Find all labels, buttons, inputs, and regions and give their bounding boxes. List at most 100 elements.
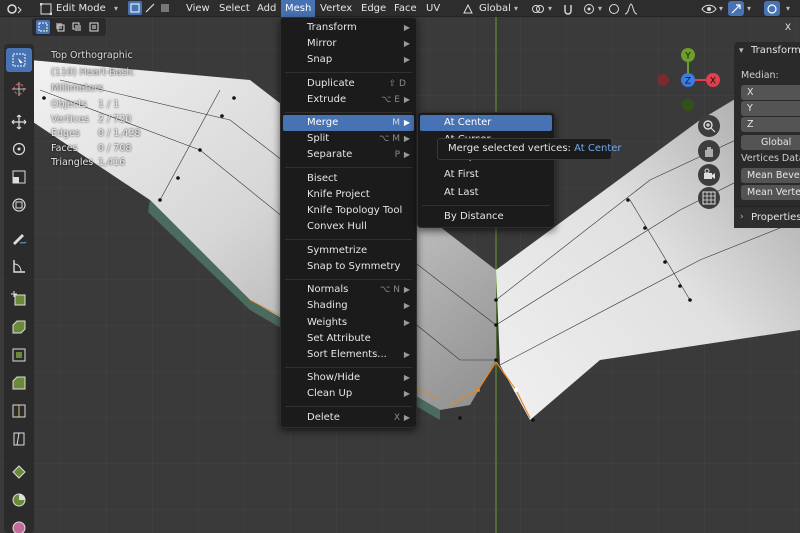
menu-item-set-attribute[interactable]: Set Attribute — [283, 331, 414, 347]
menu-item-weights[interactable]: Weights ▶ — [283, 315, 414, 331]
ortho-grid-icon[interactable] — [698, 187, 720, 209]
menu-item-shading[interactable]: Shading ▶ — [283, 298, 414, 314]
annotate-icon[interactable] — [6, 226, 32, 250]
move-icon[interactable] — [6, 110, 32, 134]
face-select-icon[interactable] — [158, 1, 172, 15]
rotate-icon[interactable] — [6, 137, 32, 161]
menu-item-symmetrize[interactable]: Symmetrize — [283, 243, 414, 259]
proportional-edit-icon[interactable] — [606, 1, 621, 16]
edge-select-icon[interactable] — [143, 1, 157, 15]
median-z-field[interactable]: Z — [741, 117, 800, 132]
vertices-data-label: Vertices Data: — [741, 153, 800, 164]
select-box-icon[interactable] — [6, 48, 32, 72]
properties-panel-title: Properties — [751, 212, 800, 223]
median-y-field[interactable]: Y — [741, 101, 800, 116]
menu-item-merge[interactable]: Merge M ▶ — [283, 115, 414, 131]
menu-item-extrude[interactable]: Extrude ⌥ E ▶ — [283, 92, 414, 108]
chevron-down-icon[interactable]: ▾ — [739, 46, 744, 56]
menu-face[interactable]: Face — [390, 0, 421, 17]
menu-item-normals[interactable]: Normals ⌥ N ▶ — [283, 282, 414, 298]
menu-item-duplicate[interactable]: Duplicate ⇧ D — [283, 76, 414, 92]
inset-faces-icon[interactable] — [6, 343, 32, 367]
select-invert-icon[interactable] — [87, 20, 101, 34]
menu-edge[interactable]: Edge — [357, 0, 390, 17]
close-sidebar-icon[interactable]: X — [781, 21, 795, 35]
menu-item-transform[interactable]: Transform ▶ — [283, 20, 414, 36]
menu-separator — [285, 112, 412, 113]
zoom-icon[interactable] — [698, 115, 720, 137]
menu-item-snap-to-symmetry[interactable]: Snap to Symmetry — [283, 259, 414, 275]
merge-at-first[interactable]: At First — [420, 167, 552, 183]
menu-item-snap[interactable]: Snap ▶ — [283, 52, 414, 68]
menu-mesh[interactable]: Mesh — [281, 0, 316, 17]
editor-type-icon[interactable] — [4, 2, 26, 15]
menu-item-knife-topology[interactable]: Knife Topology Tool — [283, 203, 414, 219]
menu-item-sort-elements[interactable]: Sort Elements... ▶ — [283, 347, 414, 363]
merge-at-last[interactable]: At Last — [420, 185, 552, 201]
visibility-icon[interactable] — [700, 1, 718, 16]
poly-build-icon[interactable] — [6, 460, 32, 484]
menu-item-bisect[interactable]: Bisect — [283, 171, 414, 187]
units-label: Millimeters — [51, 83, 104, 94]
view-name: Top Orthographic — [51, 50, 133, 61]
bevel-icon[interactable] — [6, 371, 32, 395]
menu-separator — [285, 279, 412, 280]
blender-window: Edit Mode ▾ View Select Add Mesh Vertex … — [0, 0, 800, 533]
median-label: Median: — [741, 70, 779, 81]
navigation-gizmo[interactable]: Y X Z — [652, 44, 724, 116]
menu-item-convex-hull[interactable]: Convex Hull — [283, 219, 414, 235]
orientation-dropdown[interactable]: Global — [479, 2, 511, 15]
menu-add[interactable]: Add — [253, 0, 280, 17]
gizmo-toggle-icon[interactable] — [728, 1, 744, 16]
spin-icon[interactable] — [6, 488, 32, 512]
extrude-region-icon[interactable] — [6, 315, 32, 339]
edit-mode-icon — [40, 3, 52, 15]
menu-item-knife-project[interactable]: Knife Project — [283, 187, 414, 203]
mean-crease-field[interactable]: Mean Vertex Crease — [741, 185, 800, 200]
median-x-field[interactable]: X — [741, 85, 800, 100]
select-extend-icon[interactable] — [53, 20, 67, 34]
mode-dropdown[interactable]: Edit Mode — [56, 2, 106, 15]
properties-panel-header[interactable]: › Properties — [734, 206, 800, 228]
menu-view[interactable]: View — [182, 0, 214, 17]
menu-uv[interactable]: UV — [422, 0, 444, 17]
merge-by-distance[interactable]: By Distance — [420, 209, 552, 225]
snap-icon[interactable] — [560, 1, 575, 16]
smooth-icon[interactable] — [6, 516, 32, 533]
loop-cut-icon[interactable] — [6, 399, 32, 423]
transform-icon[interactable] — [6, 193, 32, 217]
menu-item-mirror[interactable]: Mirror ▶ — [283, 36, 414, 52]
transform-panel-title[interactable]: Transform — [751, 45, 800, 56]
snap-target-icon[interactable] — [581, 1, 596, 16]
select-subtract-icon[interactable] — [70, 20, 84, 34]
space-toggle-global[interactable]: Global — [741, 135, 800, 150]
measure-icon[interactable] — [6, 254, 32, 278]
overlays-icon[interactable] — [764, 1, 780, 16]
scale-icon[interactable] — [6, 165, 32, 189]
menu-separator — [285, 239, 412, 240]
menu-separator — [285, 72, 412, 73]
camera-icon[interactable] — [698, 164, 720, 186]
menu-item-split[interactable]: Split ⌥ M ▶ — [283, 131, 414, 147]
merge-submenu: At Center At Cursor Collapse At First At… — [417, 112, 555, 228]
menu-vertex[interactable]: Vertex — [316, 0, 356, 17]
menu-item-show-hide[interactable]: Show/Hide ▶ — [283, 370, 414, 386]
add-cube-icon[interactable] — [6, 287, 32, 311]
chevron-down-icon: ▾ — [747, 4, 752, 13]
pan-hand-icon[interactable] — [698, 140, 720, 162]
menu-item-clean-up[interactable]: Clean Up ▶ — [283, 386, 414, 402]
menu-select[interactable]: Select — [215, 0, 254, 17]
falloff-icon[interactable] — [623, 1, 639, 16]
vertex-select-icon[interactable] — [128, 1, 142, 15]
pivot-point-icon[interactable] — [530, 2, 546, 15]
chevron-right-icon: › — [740, 212, 744, 222]
knife-icon[interactable] — [6, 427, 32, 451]
menu-item-separate[interactable]: Separate P ▶ — [283, 147, 414, 163]
menu-item-delete[interactable]: Delete X ▶ — [283, 410, 414, 426]
merge-at-center[interactable]: At Center — [420, 115, 552, 131]
cursor-icon[interactable] — [6, 77, 32, 101]
menu-separator — [285, 367, 412, 368]
mean-bevel-field[interactable]: Mean Bevel Weight — [741, 168, 800, 183]
select-new-icon[interactable] — [36, 20, 50, 34]
chevron-down-icon: ▾ — [114, 4, 119, 13]
